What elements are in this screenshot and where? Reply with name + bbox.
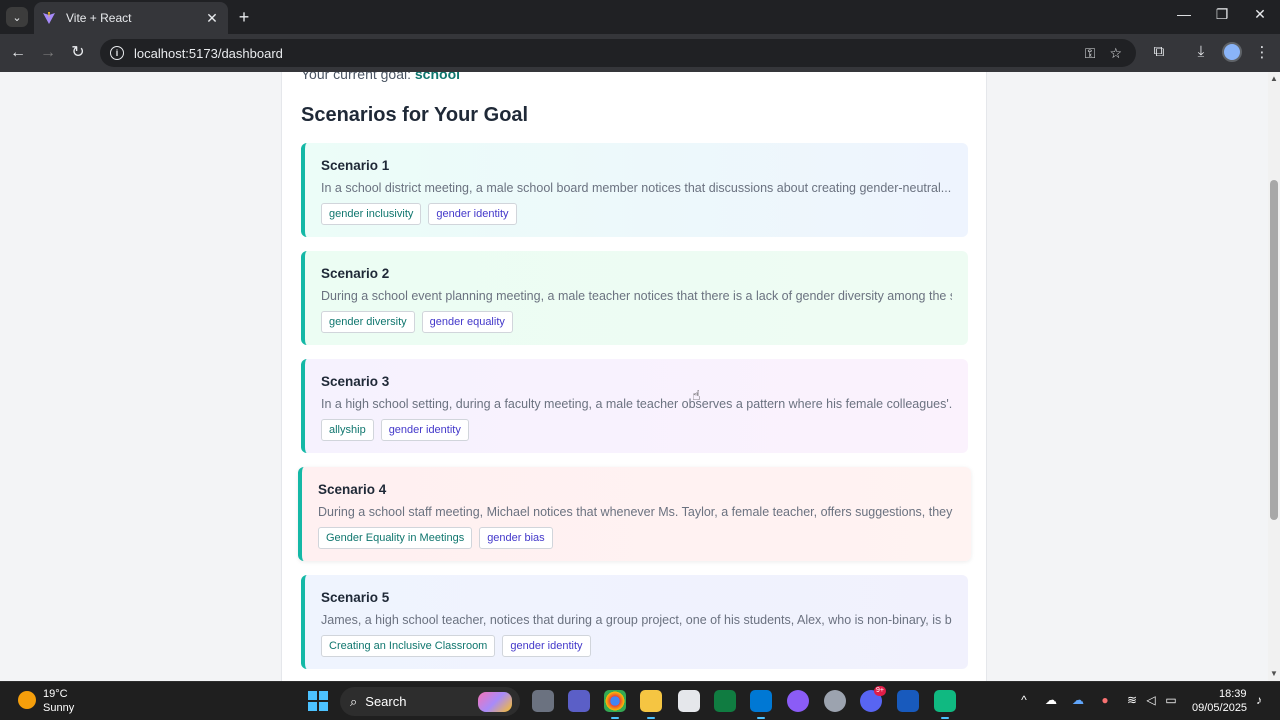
word-icon[interactable] [897, 690, 919, 712]
browser-tab-bar: ⌄ Vite + React ✕ + — ❐ ✕ [0, 0, 1280, 34]
search-icon: ⌕ [350, 693, 358, 709]
dashboard-panel: Your current goal: school Scenarios for … [281, 72, 987, 681]
scenario-tag[interactable]: Gender Equality in Meetings [318, 527, 473, 549]
chrome-icon[interactable] [604, 690, 626, 719]
forward-icon[interactable]: → [37, 42, 59, 64]
scenario-tag[interactable]: gender identity [428, 203, 517, 225]
scroll-thumb[interactable] [1270, 180, 1278, 520]
wifi-icon[interactable]: ≋ [1124, 693, 1140, 707]
vite-icon [43, 12, 55, 24]
scenario-title: Scenario 5 [321, 590, 390, 605]
scenario-card[interactable]: Scenario 3 In a high school setting, dur… [301, 359, 968, 453]
tag-list: Creating an Inclusive Classroom gender i… [321, 635, 952, 657]
goal-value[interactable]: school [415, 72, 460, 82]
speaker-muted-icon[interactable]: ◁ [1143, 693, 1159, 707]
download-icon[interactable]: ⤓ [1191, 43, 1211, 60]
weather-description[interactable]: Sunny [43, 702, 74, 714]
settings-icon[interactable] [824, 690, 846, 712]
close-tab-icon[interactable]: ✕ [204, 10, 220, 27]
site-info-icon[interactable]: i [110, 46, 124, 60]
scenario-tag[interactable]: gender inclusivity [321, 203, 422, 225]
scroll-down-icon[interactable]: ▼ [1270, 670, 1278, 678]
url-text[interactable]: localhost:5173/dashboard [134, 46, 1085, 61]
page-viewport: Your current goal: school Scenarios for … [0, 72, 1268, 681]
page-scrollbar[interactable]: ▲ ▼ [1268, 72, 1280, 681]
scenario-tag[interactable]: gender identity [502, 635, 591, 657]
notification-bell-icon[interactable]: ♪ [1251, 693, 1267, 707]
back-icon[interactable]: ← [7, 42, 29, 64]
scenario-tag[interactable]: gender equality [421, 311, 513, 333]
current-goal: Your current goal: school [301, 72, 460, 82]
reload-icon[interactable]: ↻ [67, 42, 89, 64]
tag-list: gender diversity gender equality [321, 311, 952, 333]
scenario-title: Scenario 2 [321, 266, 390, 281]
clock-date[interactable]: 09/05/2025 [1192, 702, 1247, 714]
scenario-tag[interactable]: Creating an Inclusive Classroom [321, 635, 496, 657]
teams-icon[interactable] [568, 690, 590, 712]
notification-badge: 9+ [874, 686, 886, 696]
scenario-description: During a school event planning meeting, … [321, 289, 952, 303]
tag-list: Gender Equality in Meetings gender bias [318, 527, 955, 549]
scenario-title: Scenario 3 [321, 374, 390, 389]
section-title: Scenarios for Your Goal [301, 104, 529, 126]
taskbar-search[interactable]: ⌕ Search [340, 687, 520, 716]
search-highlight-icon [478, 691, 512, 712]
scenario-tag[interactable]: gender diversity [321, 311, 415, 333]
notepad-icon[interactable] [678, 690, 700, 712]
scenario-description: James, a high school teacher, notices th… [321, 613, 952, 627]
scenario-title: Scenario 4 [318, 482, 387, 497]
chevron-up-icon[interactable]: ^ [1016, 693, 1032, 707]
scenario-title: Scenario 1 [321, 158, 390, 173]
onedrive-icon[interactable]: ☁ [1043, 693, 1059, 707]
goal-label: Your current goal: [301, 72, 411, 82]
scenario-card[interactable]: Scenario 4 During a school staff meeting… [298, 467, 971, 561]
restore-icon[interactable]: ❐ [1210, 6, 1234, 23]
scenario-card[interactable]: Scenario 1 In a school district meeting,… [301, 143, 968, 237]
browser-tab[interactable]: Vite + React ✕ [34, 2, 228, 34]
github-desktop-icon[interactable] [787, 690, 809, 712]
scroll-up-icon[interactable]: ▲ [1270, 75, 1278, 83]
address-bar[interactable]: i localhost:5173/dashboard ⚿ ☆ [100, 39, 1136, 67]
scenario-tag[interactable]: gender bias [479, 527, 553, 549]
cloud-sync-icon[interactable]: ☁ [1070, 693, 1086, 707]
battery-icon[interactable]: ▭ [1163, 693, 1179, 707]
tab-list-button[interactable]: ⌄ [6, 7, 28, 27]
file-explorer-icon[interactable] [640, 690, 662, 719]
scenario-description: In a high school setting, during a facul… [321, 397, 952, 411]
app-icon[interactable] [934, 690, 956, 719]
scenario-card[interactable]: Scenario 2 During a school event plannin… [301, 251, 968, 345]
profile-avatar[interactable] [1222, 42, 1242, 62]
scenario-tag[interactable]: gender identity [380, 419, 469, 441]
scenario-description: During a school staff meeting, Michael n… [318, 505, 955, 519]
windows-start-icon[interactable] [308, 691, 328, 711]
new-tab-button[interactable]: + [234, 7, 254, 27]
tag-list: allyship gender identity [321, 419, 952, 441]
scenario-description: In a school district meeting, a male sch… [321, 181, 952, 195]
scenario-card[interactable]: Scenario 5 James, a high school teacher,… [301, 575, 968, 669]
clock-time[interactable]: 18:39 [1219, 688, 1247, 700]
menu-icon[interactable]: ⋮ [1252, 43, 1272, 61]
weather-temperature[interactable]: 19°C [43, 688, 68, 700]
sun-icon[interactable] [18, 691, 36, 709]
scenario-tag[interactable]: allyship [321, 419, 374, 441]
microphone-icon[interactable]: ● [1097, 693, 1113, 707]
windows-taskbar: 19°C Sunny ⌕ Search 9+ ^ ☁ ☁ ● ≋ ◁ ▭ 18:… [0, 681, 1280, 720]
vscode-icon[interactable] [750, 690, 772, 719]
hand-cursor-icon: ☝ [692, 387, 701, 403]
bookmark-star-icon[interactable]: ☆ [1109, 45, 1122, 62]
minimize-icon[interactable]: — [1172, 6, 1196, 22]
browser-toolbar: ← → ↻ i localhost:5173/dashboard ⚿ ☆ ⧉ ⤓… [0, 34, 1280, 72]
tab-title: Vite + React [66, 11, 132, 25]
password-key-icon[interactable]: ⚿ [1085, 45, 1096, 62]
extensions-icon[interactable]: ⧉ [1149, 43, 1169, 60]
tag-list: gender inclusivity gender identity [321, 203, 952, 225]
search-label: Search [365, 694, 407, 709]
excel-icon[interactable] [714, 690, 736, 712]
task-view-icon[interactable] [532, 690, 554, 712]
close-window-icon[interactable]: ✕ [1248, 6, 1272, 23]
